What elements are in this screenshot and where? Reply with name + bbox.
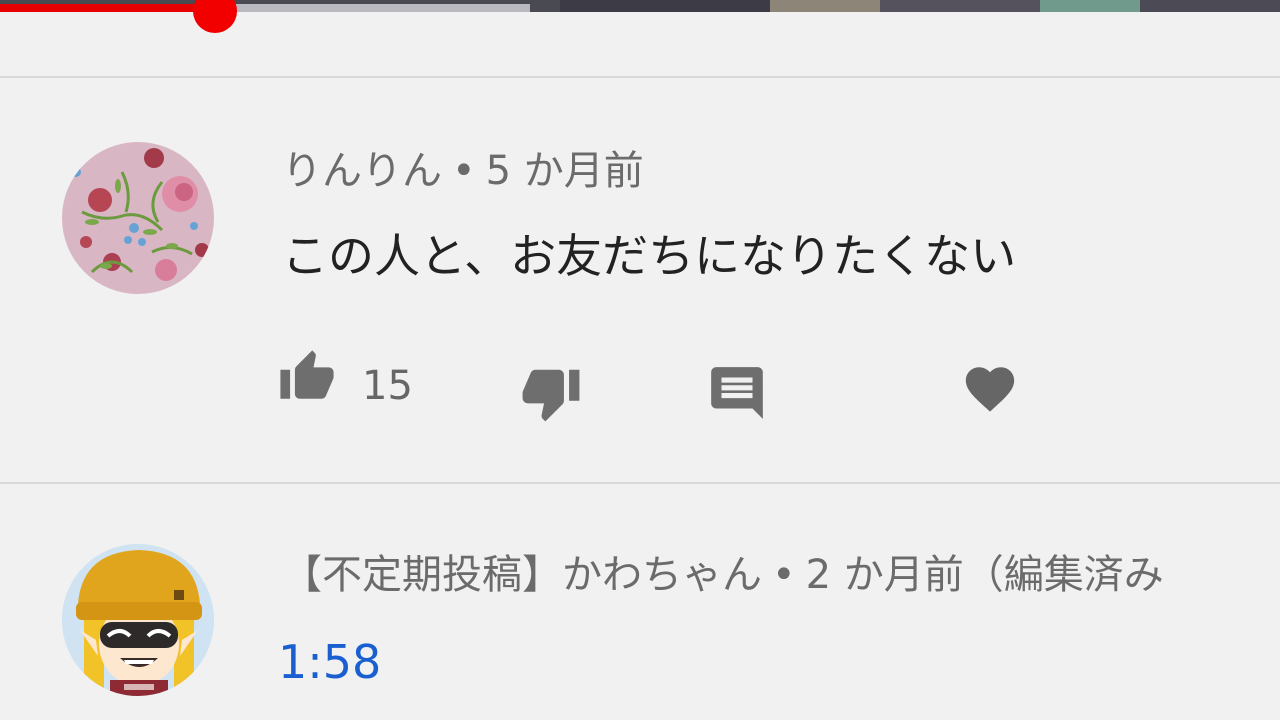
- thumbs-down-icon: [522, 369, 580, 422]
- video-frame-strip: [0, 0, 1280, 12]
- comment-author[interactable]: りんりん: [282, 148, 442, 194]
- comment-time[interactable]: 2 か月前: [806, 552, 964, 598]
- reply-icon: [711, 367, 763, 419]
- heart-icon: [965, 367, 1015, 412]
- inkling-girl-avatar: [62, 544, 214, 696]
- reply-button[interactable]: [706, 362, 768, 424]
- comment-time[interactable]: 5 か月前: [486, 148, 644, 194]
- like-count: 15: [362, 363, 413, 409]
- progress-played[interactable]: [0, 4, 216, 12]
- avatar[interactable]: [62, 544, 214, 696]
- comment-text: この人と、お友だちになりたくない: [282, 229, 1017, 283]
- thumbs-up-icon: [280, 350, 334, 399]
- heart-button[interactable]: [960, 360, 1020, 418]
- dislike-button[interactable]: [520, 362, 582, 424]
- progress-scrubber[interactable]: [193, 0, 238, 33]
- comments-page: りんりん • 5 か月前 この人と、お友だちになりたくない 15 【不定期投稿】…: [0, 0, 1280, 720]
- timestamp-link[interactable]: 1:58: [278, 634, 381, 690]
- floral-pattern-avatar: [62, 142, 214, 294]
- comment-header: りんりん • 5 か月前: [282, 146, 644, 196]
- comment-item: りんりん • 5 か月前 この人と、お友だちになりたくない 15: [0, 78, 1280, 482]
- comment-text-clipped: [282, 706, 722, 720]
- header-separator: •: [452, 148, 476, 194]
- header-separator: •: [772, 552, 796, 598]
- avatar[interactable]: [62, 142, 214, 294]
- comment-header: 【不定期投稿】かわちゃん • 2 か月前（編集済み: [282, 550, 1164, 600]
- comment-author[interactable]: 【不定期投稿】かわちゃん: [282, 552, 762, 598]
- edited-label: （編集済み: [963, 552, 1164, 598]
- comment-item: 【不定期投稿】かわちゃん • 2 か月前（編集済み 1:58: [0, 484, 1280, 720]
- like-button[interactable]: [276, 348, 338, 406]
